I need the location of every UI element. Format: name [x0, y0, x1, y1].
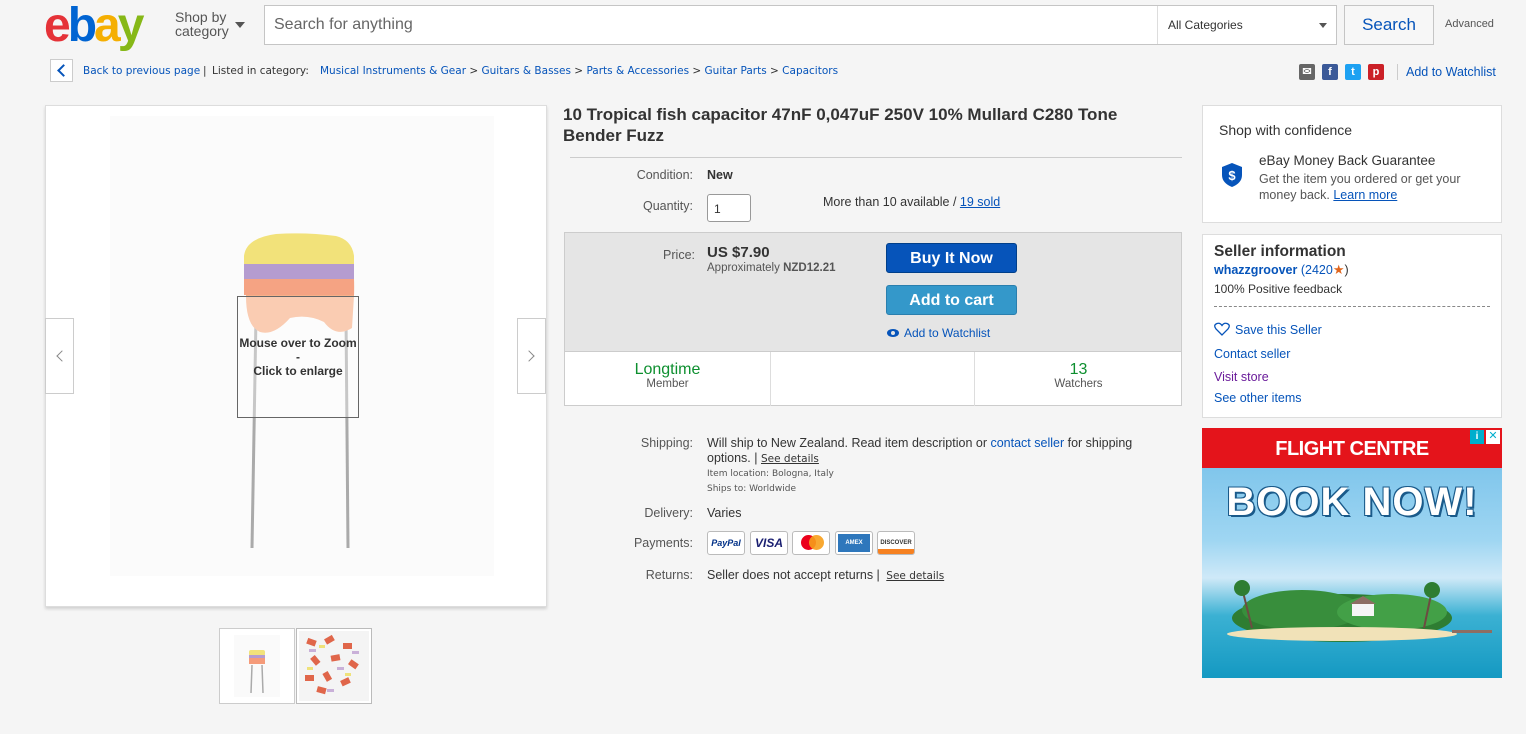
ad-info-icon[interactable]: i [1470, 430, 1484, 444]
guarantee-title: eBay Money Back Guarantee [1259, 153, 1436, 168]
email-icon[interactable]: ✉ [1299, 64, 1315, 80]
returns-value: Seller does not accept returns | See det… [707, 568, 945, 582]
see-details-link[interactable]: See details [761, 453, 819, 465]
breadcrumb-item[interactable]: Guitar Parts [705, 65, 767, 77]
advertisement[interactable]: FLIGHT CENTRE BOOK NOW! i ✕ [1202, 428, 1502, 678]
twitter-icon[interactable]: t [1345, 64, 1361, 80]
confidence-title: Shop with confidence [1219, 122, 1353, 138]
ad-island-image [1227, 580, 1492, 642]
breadcrumb: Musical Instruments & Gear > Guitars & B… [320, 65, 839, 77]
search-bar: All Categories [264, 5, 1337, 45]
thumbnail[interactable] [296, 628, 372, 704]
visa-icon: VISA [750, 531, 788, 555]
positive-feedback: 100% Positive feedback [1214, 282, 1343, 296]
chevron-down-icon [235, 22, 245, 28]
chevron-down-icon [1319, 23, 1327, 28]
shop-with-confidence-box: Shop with confidence $ eBay Money Back G… [1202, 105, 1502, 223]
item-title: 10 Tropical fish capacitor 47nF 0,047uF … [563, 105, 1118, 145]
add-to-cart-button[interactable]: Add to cart [886, 285, 1017, 315]
condition-label: Condition: [636, 168, 693, 182]
delivery-label: Delivery: [644, 506, 693, 520]
ad-cta: BOOK NOW! [1226, 480, 1478, 524]
breadcrumb-item[interactable]: Parts & Accessories [586, 65, 689, 77]
feedback-count-link[interactable]: (2420 [1301, 263, 1333, 277]
search-button[interactable]: Search [1344, 5, 1434, 45]
mastercard-icon [792, 531, 830, 555]
quantity-label: Quantity: [642, 199, 693, 213]
availability-text: More than 10 available / 19 sold [823, 195, 1001, 209]
divider: | [203, 65, 207, 77]
contact-seller-link[interactable]: contact seller [990, 436, 1064, 450]
stats-strip: Longtime Member 13 Watchers [565, 351, 1181, 406]
eye-icon [887, 329, 899, 337]
category-select[interactable]: All Categories [1157, 6, 1337, 44]
paypal-icon: PayPal [707, 531, 745, 555]
amex-icon: AMEX [835, 531, 873, 555]
back-arrow-icon[interactable] [50, 59, 73, 82]
prev-image-button[interactable] [45, 318, 74, 394]
add-to-watchlist-link[interactable]: Add to Watchlist [1406, 65, 1496, 79]
ad-brand: FLIGHT CENTRE [1202, 428, 1502, 468]
zoom-lens[interactable]: Mouse over to Zoom - Click to enlarge [237, 296, 359, 418]
price-box: Price: US $7.90 Approximately NZD12.21 B… [564, 232, 1182, 406]
back-to-previous-link[interactable]: Back to previous page [83, 65, 200, 77]
seller-name-link[interactable]: whazzgroover [1214, 263, 1297, 277]
visit-store-link[interactable]: Visit store [1214, 370, 1269, 384]
seller-name-row: whazzgroover (2420★) [1214, 262, 1349, 277]
divider [570, 157, 1182, 158]
stat-longtime-member: Longtime Member [634, 361, 701, 390]
divider [1397, 64, 1398, 80]
payments-label: Payments: [633, 536, 693, 550]
thumbnail-image [299, 631, 369, 701]
ships-to: Ships to: Worldwide [707, 484, 797, 494]
add-to-watchlist-link[interactable]: Add to Watchlist [887, 326, 990, 340]
divider [1214, 306, 1490, 307]
returns-label: Returns: [645, 568, 693, 582]
search-input[interactable] [265, 6, 1155, 44]
listed-in-label: Listed in category: [212, 65, 309, 77]
heart-icon [1214, 322, 1230, 336]
see-details-link[interactable]: See details [886, 570, 944, 582]
see-other-items-link[interactable]: See other items [1214, 391, 1302, 405]
breadcrumb-item[interactable]: Capacitors [782, 65, 838, 77]
shipping-label: Shipping: [640, 436, 693, 450]
next-image-button[interactable] [517, 318, 546, 394]
svg-text:$: $ [1228, 168, 1236, 183]
shipping-info: Will ship to New Zealand. Read item desc… [707, 436, 1133, 465]
save-seller-link[interactable]: Save this Seller [1214, 322, 1322, 337]
ebay-logo[interactable]: ebay [44, 2, 144, 50]
learn-more-link[interactable]: Learn more [1333, 188, 1397, 202]
buy-it-now-button[interactable]: Buy It Now [886, 243, 1017, 273]
thumbnail[interactable] [219, 628, 295, 704]
breadcrumb-item[interactable]: Musical Instruments & Gear [320, 65, 466, 77]
shop-by-category-button[interactable]: Shop by category [175, 10, 245, 38]
advanced-search-link[interactable]: Advanced [1445, 18, 1494, 30]
pinterest-icon[interactable]: p [1368, 64, 1384, 80]
ad-close-icon[interactable]: ✕ [1486, 430, 1500, 444]
guarantee-desc: Get the item you ordered or get your [1259, 172, 1461, 186]
approx-price: Approximately NZD12.21 [707, 262, 836, 274]
guarantee-desc-2: money back. Learn more [1259, 188, 1398, 202]
stat-empty [770, 352, 975, 406]
facebook-icon[interactable]: f [1322, 64, 1338, 80]
price-value: US $7.90 [707, 244, 770, 261]
item-location: Item location: Bologna, Italy [707, 469, 834, 479]
discover-icon: DISCOVER [877, 531, 915, 555]
delivery-value: Varies [707, 506, 742, 520]
seller-info-title: Seller information [1214, 243, 1346, 260]
thumbnail-image [234, 635, 280, 697]
star-icon: ★ [1332, 262, 1345, 277]
condition-value: New [707, 168, 733, 182]
sold-count-link[interactable]: 19 sold [960, 195, 1000, 209]
price-label: Price: [663, 248, 695, 262]
breadcrumb-item[interactable]: Guitars & Basses [482, 65, 571, 77]
contact-seller-link[interactable]: Contact seller [1214, 347, 1290, 361]
quantity-input[interactable]: 1 [707, 194, 751, 222]
shield-icon: $ [1222, 163, 1242, 187]
stat-watchers: 13 Watchers [1054, 361, 1103, 390]
